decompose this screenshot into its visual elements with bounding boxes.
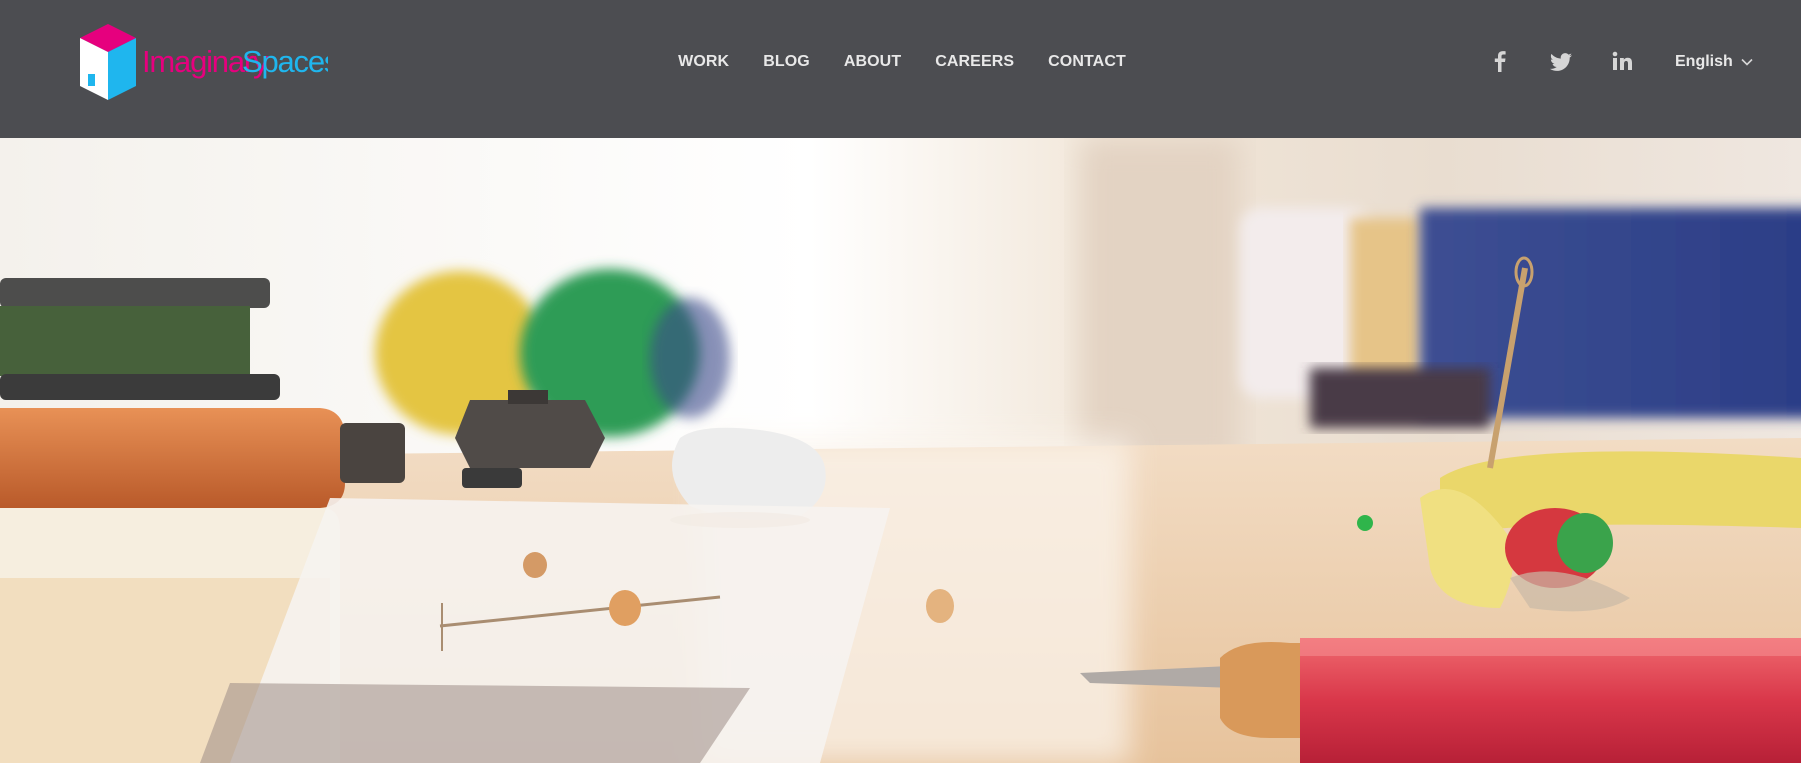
facebook-icon[interactable] xyxy=(1488,48,1512,74)
logo[interactable]: Imaginary Spaces xyxy=(78,22,328,102)
nav-contact[interactable]: CONTACT xyxy=(1048,52,1126,72)
brand-name-part2: Spaces xyxy=(242,44,328,79)
hero-banner xyxy=(0,138,1801,763)
twitter-icon[interactable] xyxy=(1549,48,1573,74)
social-links xyxy=(1488,48,1634,74)
nav-work[interactable]: WORK xyxy=(678,52,729,72)
language-selector[interactable]: English xyxy=(1675,52,1753,72)
nav-blog[interactable]: BLOG xyxy=(763,52,810,72)
linkedin-icon[interactable] xyxy=(1610,48,1634,74)
craft-desk-scene-image xyxy=(0,138,1801,763)
chevron-down-icon xyxy=(1741,58,1753,66)
nav-about[interactable]: ABOUT xyxy=(844,52,901,72)
language-label: English xyxy=(1675,53,1733,70)
nav-careers[interactable]: CAREERS xyxy=(935,52,1014,72)
site-header: Imaginary Spaces WORK BLOG ABOUT CAREERS… xyxy=(0,0,1801,138)
